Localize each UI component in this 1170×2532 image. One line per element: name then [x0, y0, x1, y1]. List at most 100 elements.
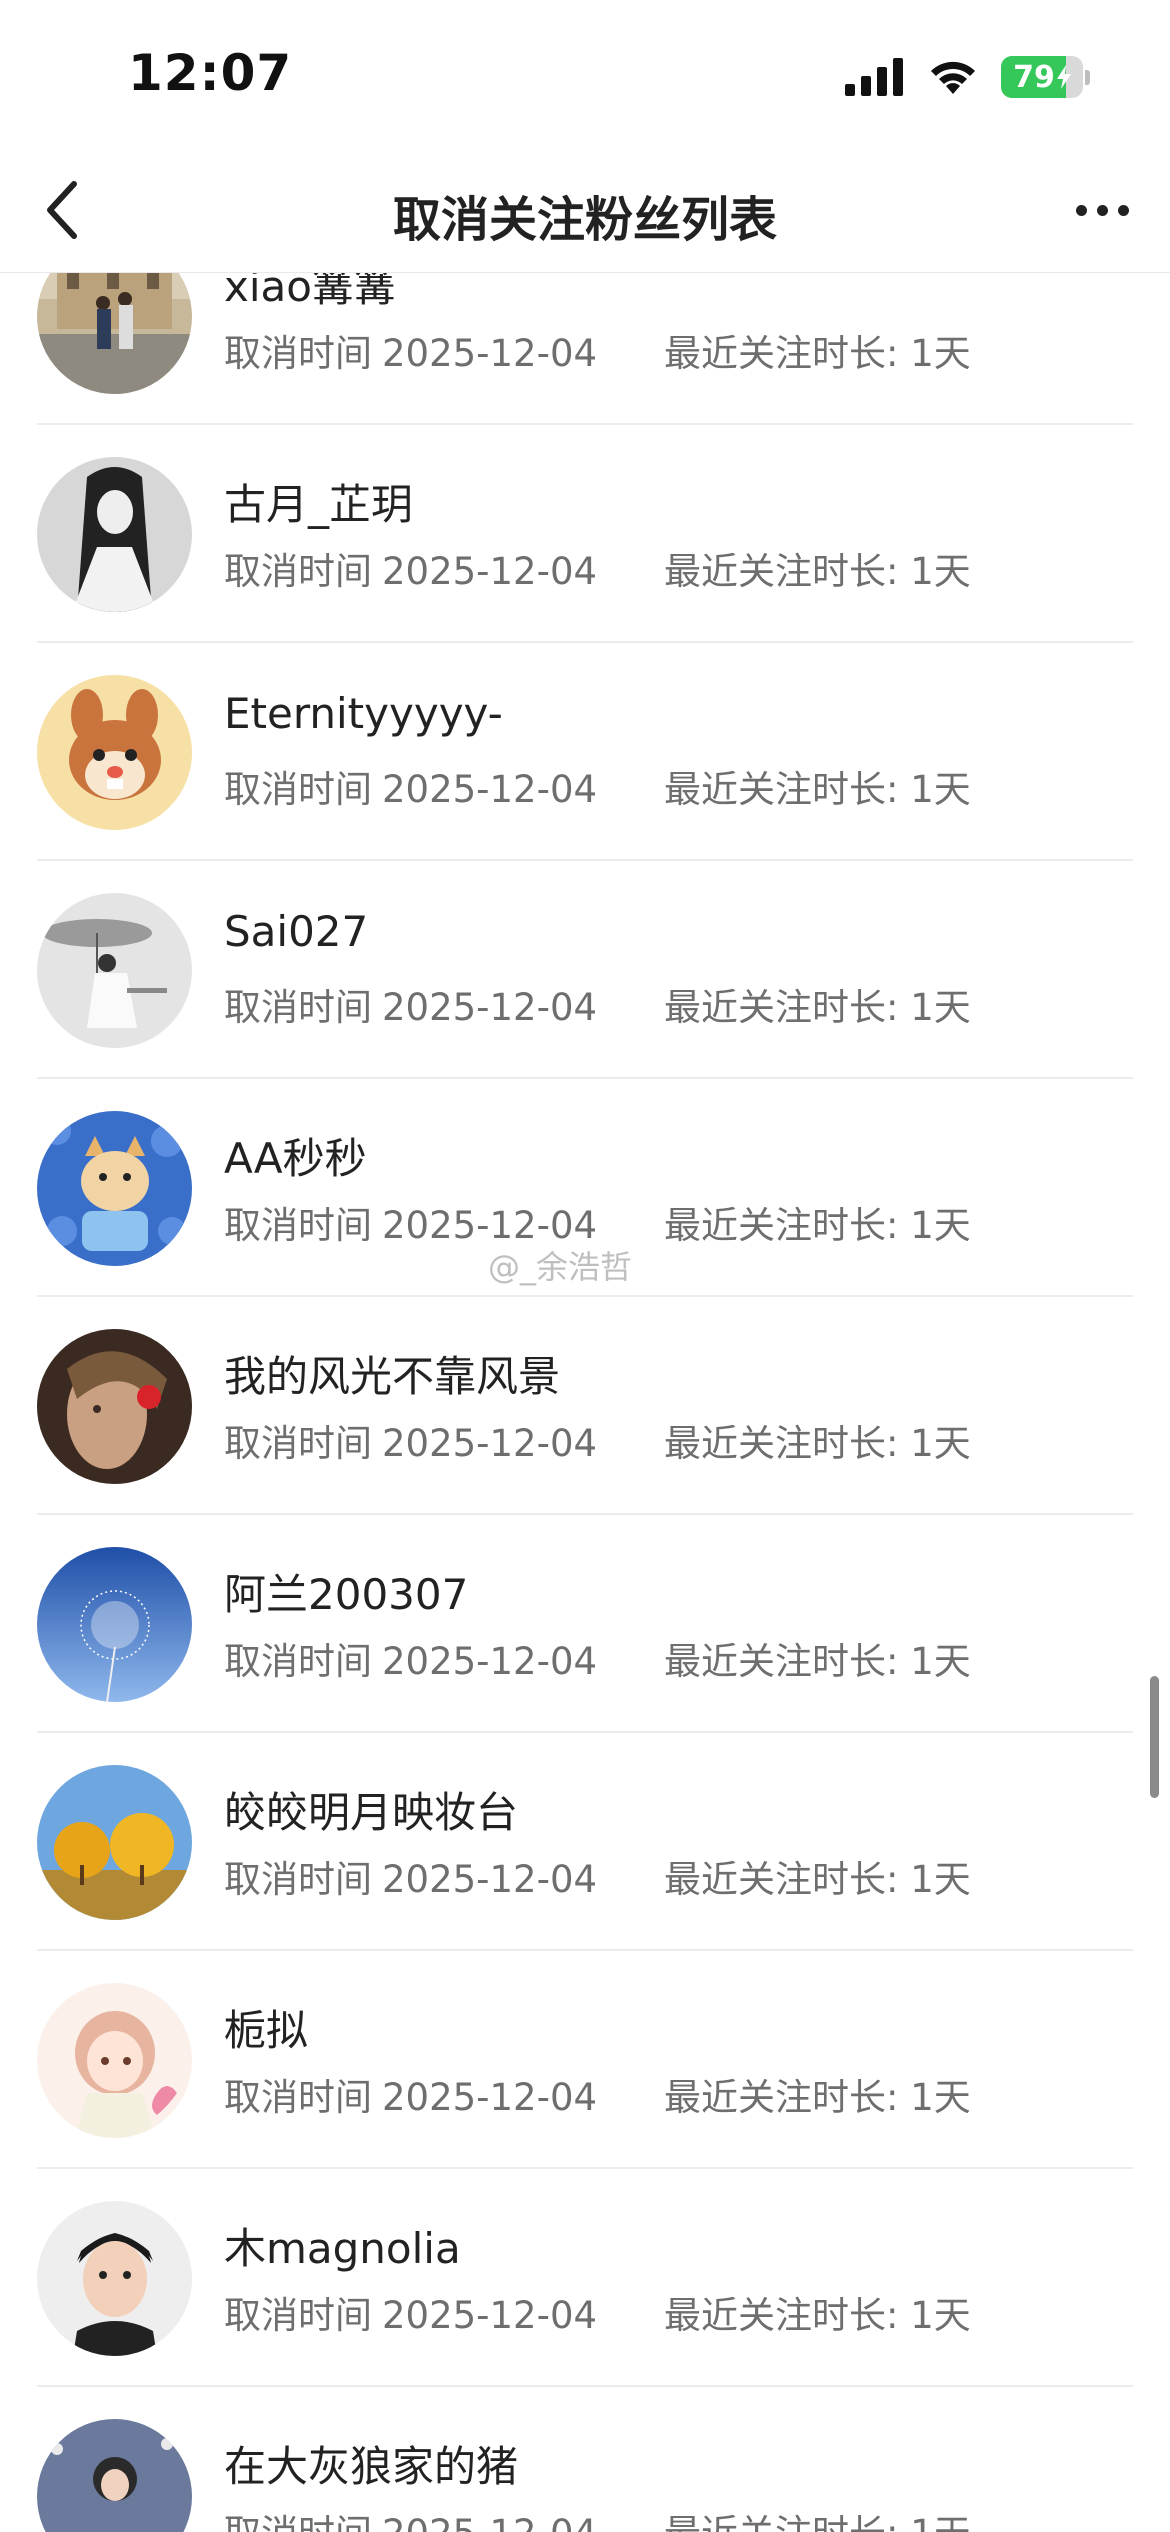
- cancel-time-label: 取消时间: [224, 768, 372, 811]
- list-item[interactable]: 栀拟 取消时间 2025-12-04 最近关注时长: 1天: [0, 1951, 1170, 2169]
- follow-duration-value: 1天: [910, 1640, 971, 1683]
- cancel-date: 2025-12-04: [382, 1204, 598, 1247]
- follow-duration-value: 1天: [910, 2076, 971, 2119]
- avatar[interactable]: [37, 273, 192, 394]
- list-item[interactable]: 皎皎明月映妆台 取消时间 2025-12-04 最近关注时长: 1天: [0, 1733, 1170, 1951]
- follow-duration-label: 最近关注时长:: [664, 768, 911, 811]
- follow-duration: 最近关注时长: 1天: [664, 977, 971, 1031]
- follow-duration-value: 1天: [910, 332, 971, 375]
- battery-indicator: 79: [1001, 56, 1090, 98]
- status-time: 12:07: [128, 44, 293, 102]
- cancel-date: 2025-12-04: [382, 550, 598, 593]
- follow-duration: 最近关注时长: 1天: [664, 541, 971, 595]
- more-icon-dot: [1075, 204, 1087, 216]
- follow-duration-label: 最近关注时长:: [664, 1640, 911, 1683]
- row-meta: 取消时间2025-12-04 最近关注时长: 1天: [224, 1849, 971, 1903]
- list-item[interactable]: AA秒秒 取消时间 2025-12-04 最近关注时长: 1天: [0, 1079, 1170, 1297]
- cancel-date: 2025-12-04: [382, 1858, 598, 1901]
- follow-duration: 最近关注时长: 1天: [664, 759, 971, 813]
- row-meta: 取消时间2025-12-04 最近关注时长: 1天: [224, 977, 971, 1031]
- follow-duration-value: 1天: [910, 1422, 971, 1465]
- follow-duration-value: 1天: [910, 2512, 971, 2532]
- username: 皎皎明月映妆台: [224, 1788, 519, 1837]
- follow-duration: 最近关注时长: 1天: [664, 1195, 971, 1249]
- page-title: 取消关注粉丝列表: [392, 192, 777, 248]
- row-meta: 取消时间2025-12-04 最近关注时长: 1天: [224, 759, 971, 813]
- avatar[interactable]: [37, 1111, 192, 1266]
- cancel-date: 2025-12-04: [382, 2512, 597, 2532]
- follow-duration: 最近关注时长: 1天: [664, 2503, 971, 2532]
- list-item[interactable]: xiao篝篝 取消时间 2025-12-04 最近关注时长: 1天: [0, 273, 1170, 425]
- list-item[interactable]: 木magnolia 取消时间 2025-12-04 最近关注时长: 1天: [0, 2169, 1170, 2387]
- avatar[interactable]: [37, 1983, 192, 2138]
- list-item[interactable]: Sai027 取消时间 2025-12-04 最近关注时长: 1天: [0, 861, 1170, 1079]
- charging-bolt-icon: [1056, 65, 1071, 89]
- avatar[interactable]: [37, 457, 192, 612]
- avatar[interactable]: [37, 675, 192, 830]
- username: 栀拟: [224, 2006, 309, 2055]
- row-meta: 取消时间 2025-12-04 最近关注时长: 1天: [224, 2503, 971, 2532]
- status-icons: 79: [845, 56, 1090, 98]
- cancel-date: 2025-12-04: [382, 2076, 598, 2119]
- avatar[interactable]: [37, 2419, 192, 2532]
- list-item[interactable]: 阿兰200307 取消时间 2025-12-04 最近关注时长: 1天: [0, 1515, 1170, 1733]
- cancel-time-label: 取消时间: [224, 1858, 372, 1901]
- avatar[interactable]: [37, 1547, 192, 1702]
- row-meta: 取消时间2025-12-04 最近关注时长: 1天: [224, 323, 971, 377]
- follow-duration: 最近关注时长: 1天: [664, 2067, 971, 2121]
- avatar[interactable]: [37, 1329, 192, 1484]
- cancel-date: 2025-12-04: [382, 1640, 598, 1683]
- follow-duration: 最近关注时长: 1天: [664, 1413, 971, 1467]
- username: 古月_芷玥: [224, 480, 414, 529]
- cancel-date: 2025-12-04: [382, 768, 598, 811]
- nav-bar: 取消关注粉丝列表: [0, 150, 1170, 273]
- username: 我的风光不靠风景: [224, 1352, 561, 1401]
- follow-duration: 最近关注时长: 1天: [664, 1849, 971, 1903]
- follow-duration-label: 最近关注时长:: [664, 1422, 911, 1465]
- unfollow-list[interactable]: xiao篝篝 取消时间 2025-12-04 最近关注时长: 1天 古月_芷玥 取…: [0, 273, 1170, 2532]
- cancel-time-label: 取消时间: [224, 550, 372, 593]
- list-item[interactable]: Eternityyyyy- 取消时间 2025-12-04 最近关注时长: 1天: [0, 643, 1170, 861]
- list-content: xiao篝篝 取消时间 2025-12-04 最近关注时长: 1天 古月_芷玥 取…: [0, 273, 1170, 2532]
- follow-duration-value: 1天: [910, 2294, 971, 2337]
- wifi-icon: [931, 61, 975, 94]
- list-item[interactable]: 我的风光不靠风景 取消时间 2025-12-04 最近关注时长: 1天: [0, 1297, 1170, 1515]
- follow-duration-value: 1天: [910, 1858, 971, 1901]
- avatar[interactable]: [37, 1765, 192, 1920]
- username: Eternityyyyy-: [224, 689, 503, 738]
- row-meta: 取消时间2025-12-04 最近关注时长: 1天: [224, 1195, 971, 1249]
- battery-nub: [1085, 69, 1090, 85]
- more-icon-dot: [1117, 204, 1129, 216]
- follow-duration-value: 1天: [910, 550, 971, 593]
- follow-duration-value: 1天: [910, 768, 971, 811]
- row-meta: 取消时间2025-12-04 最近关注时长: 1天: [224, 1631, 971, 1685]
- avatar[interactable]: [37, 893, 192, 1048]
- list-item[interactable]: 古月_芷玥 取消时间 2025-12-04 最近关注时长: 1天: [0, 425, 1170, 643]
- status-bar: 12:07 79: [0, 0, 1170, 150]
- cancel-time-label: 取消时间: [224, 986, 372, 1029]
- follow-duration: 最近关注时长: 1天: [664, 2285, 971, 2339]
- avatar[interactable]: [37, 2201, 192, 2356]
- follow-duration-label: 最近关注时长:: [664, 550, 911, 593]
- cancel-date: 2025-12-04: [382, 2294, 598, 2337]
- scrollbar[interactable]: [1150, 1676, 1159, 1798]
- follow-duration-label: 最近关注时长:: [664, 2512, 910, 2532]
- follow-duration-value: 1天: [910, 986, 971, 1029]
- cancel-date: 2025-12-04: [382, 986, 598, 1029]
- more-button[interactable]: [1062, 178, 1142, 242]
- cancel-time-label: 取消时间: [224, 332, 372, 375]
- cancel-time-label: 取消时间: [224, 1204, 372, 1247]
- cancel-date: 2025-12-04: [382, 332, 598, 375]
- cancel-time-label: 取消时间: [224, 1422, 372, 1465]
- row-meta: 取消时间2025-12-04 最近关注时长: 1天: [224, 2285, 971, 2339]
- follow-duration-label: 最近关注时长:: [664, 986, 911, 1029]
- follow-duration-label: 最近关注时长:: [664, 1204, 911, 1247]
- row-meta: 取消时间2025-12-04 最近关注时长: 1天: [224, 2067, 971, 2121]
- follow-duration-value: 1天: [910, 1204, 971, 1247]
- signal-icon: [845, 58, 903, 96]
- follow-duration-label: 最近关注时长:: [664, 332, 911, 375]
- follow-duration: 最近关注时长: 1天: [664, 1631, 971, 1685]
- more-icon-dot: [1096, 204, 1108, 216]
- cancel-time-label: 取消时间: [224, 2512, 372, 2532]
- list-item[interactable]: 在大灰狼家的猪 取消时间 2025-12-04 最近关注时长: 1天: [0, 2387, 1170, 2532]
